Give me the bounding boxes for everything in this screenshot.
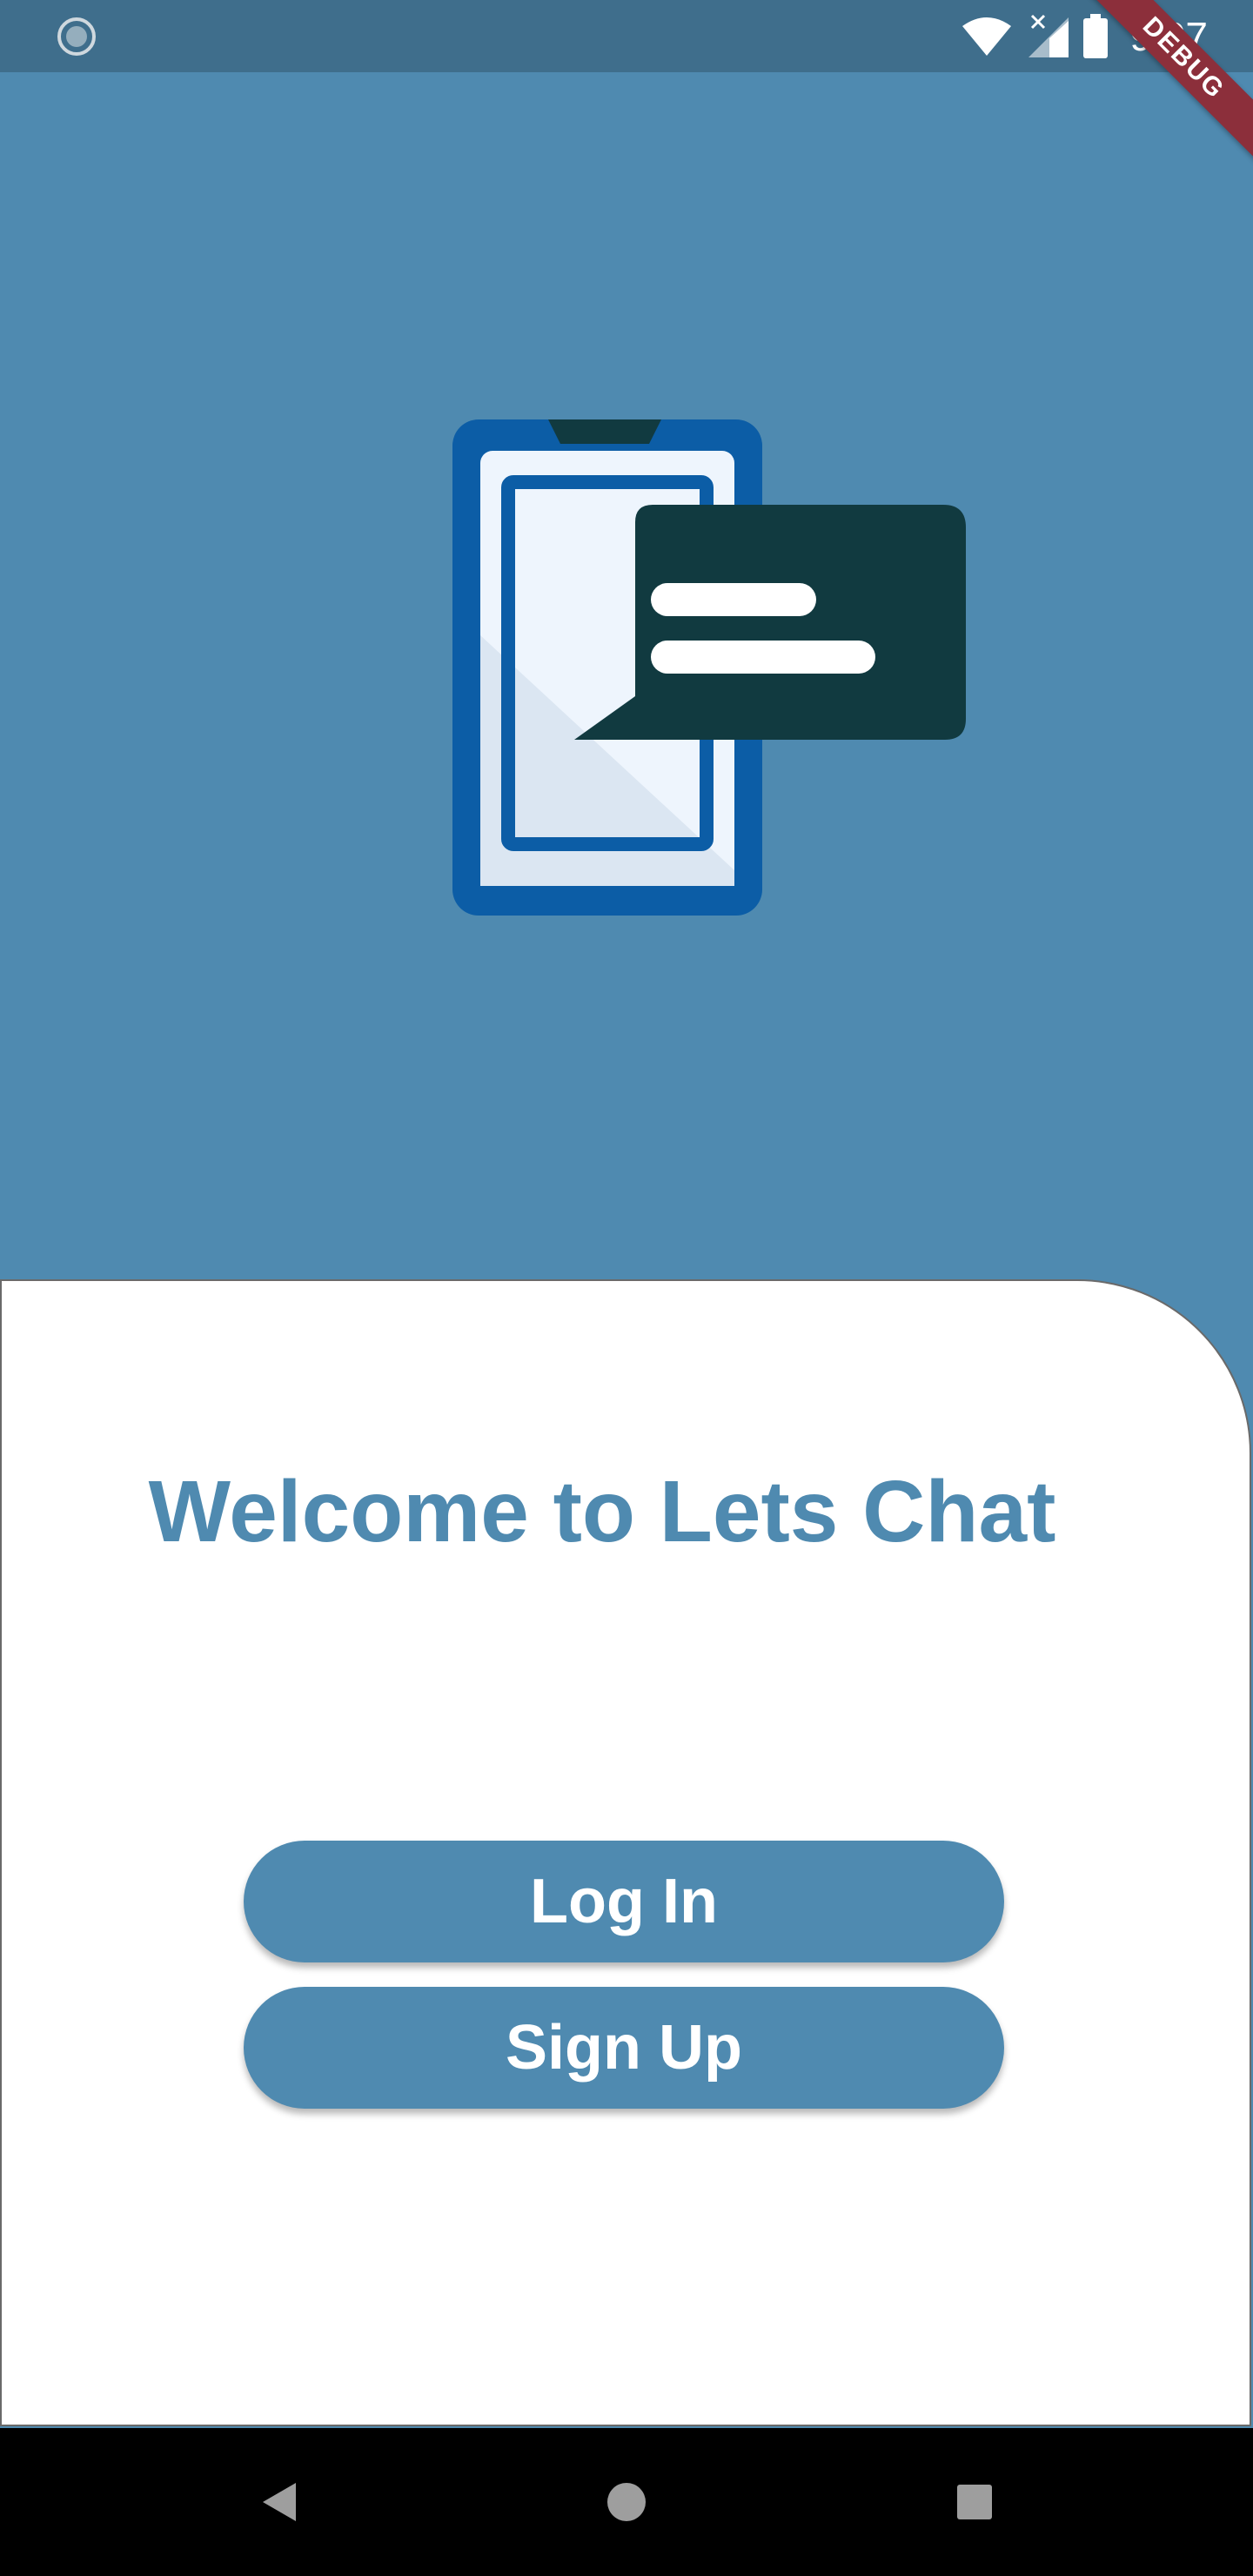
loading-circle-icon [57, 17, 96, 56]
recents-icon[interactable] [948, 2476, 1001, 2528]
back-icon[interactable] [252, 2476, 305, 2528]
status-bar: 9:07 [0, 0, 1253, 72]
signup-button[interactable]: Sign Up [244, 1987, 1004, 2109]
wifi-icon [962, 17, 1012, 56]
home-icon[interactable] [600, 2476, 653, 2528]
phone-chat-illustration-icon [452, 419, 966, 916]
welcome-screen: 9:07 DEBUG Welcome to Lets Chat Log In S… [0, 0, 1253, 2576]
battery-icon [1083, 13, 1109, 58]
navigation-bar [0, 2428, 1253, 2576]
signal-no-service-icon [1029, 14, 1069, 57]
login-button[interactable]: Log In [244, 1841, 1004, 1962]
welcome-title: Welcome to Lets Chat [148, 1463, 1056, 1560]
